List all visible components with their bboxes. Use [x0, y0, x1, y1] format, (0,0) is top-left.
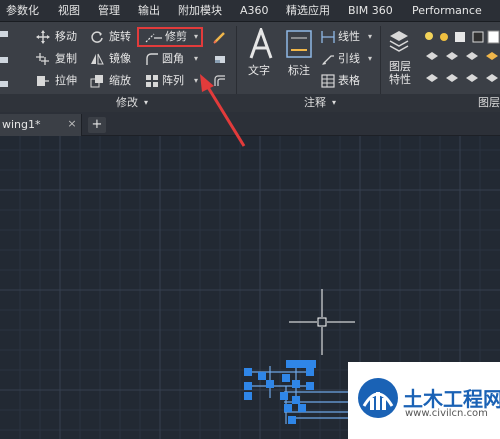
eraser-icon[interactable] — [213, 52, 227, 66]
close-icon[interactable]: × — [66, 118, 78, 130]
ribbon-tab-bar: 参数化 视图 管理 输出 附加模块 A360 精选应用 BIM 360 Perf… — [0, 0, 500, 22]
mirror-button[interactable]: 镜像 — [109, 50, 131, 68]
modify-panel-title[interactable]: 修改 — [116, 95, 138, 111]
annotation-panel-expand-icon[interactable]: ▾ — [332, 95, 336, 111]
tab-manage[interactable]: 管理 — [98, 0, 120, 22]
crosshair-cursor — [289, 289, 355, 355]
tab-featured-apps[interactable]: 精选应用 — [286, 0, 330, 22]
tab-parametric[interactable]: 参数化 — [6, 0, 39, 22]
layer-properties-icon[interactable] — [388, 28, 410, 56]
dimension-icon[interactable] — [286, 30, 312, 58]
document-tab-label[interactable]: wing1* — [2, 117, 41, 133]
linear-dim-button[interactable]: 线性 — [338, 28, 360, 46]
fillet-icon — [146, 53, 158, 65]
layer-state-icons[interactable] — [424, 30, 500, 44]
dimension-button-label[interactable]: 标注 — [288, 62, 310, 78]
watermark-logo — [358, 378, 398, 418]
tab-addins[interactable]: 附加模块 — [178, 0, 222, 22]
rotate-button[interactable]: 旋转 — [109, 28, 131, 46]
leader-icon — [322, 55, 334, 65]
layers-panel-title[interactable]: 图层 — [478, 95, 500, 111]
leader-dropdown-icon[interactable]: ▾ — [368, 50, 372, 68]
tab-output[interactable]: 输出 — [138, 0, 160, 22]
fillet-dropdown-icon[interactable]: ▾ — [194, 50, 198, 68]
text-icon[interactable] — [247, 28, 275, 60]
panel-title-bar — [0, 94, 500, 112]
move-icon — [36, 30, 50, 44]
scale-icon — [90, 75, 103, 88]
fillet-button[interactable]: 圆角 — [162, 50, 184, 68]
stretch-icon — [37, 76, 49, 86]
trim-highlight-box — [137, 27, 203, 47]
array-icon — [146, 75, 158, 87]
leader-button[interactable]: 引线 — [338, 50, 360, 68]
tab-performance[interactable]: Performance — [412, 0, 482, 22]
watermark-url: www.civilcn.com — [405, 408, 488, 419]
array-dropdown-icon[interactable]: ▾ — [194, 72, 198, 90]
linear-dropdown-icon[interactable]: ▾ — [368, 28, 372, 46]
annotation-panel-title[interactable]: 注释 — [304, 95, 326, 111]
text-button-label[interactable]: 文字 — [248, 62, 270, 78]
tab-view[interactable]: 视图 — [58, 0, 80, 22]
stretch-button[interactable]: 拉伸 — [55, 72, 77, 90]
rotate-icon — [91, 31, 103, 43]
offset-icon[interactable] — [213, 74, 227, 88]
table-icon — [321, 74, 335, 88]
move-button[interactable]: 移动 — [55, 28, 77, 46]
mirror-icon — [91, 53, 104, 65]
tab-a360[interactable]: A360 — [240, 0, 269, 22]
copy-button[interactable]: 复制 — [55, 50, 77, 68]
layer-properties-label[interactable]: 图层 特性 — [387, 60, 413, 86]
scale-button[interactable]: 缩放 — [109, 72, 131, 90]
pencil-icon[interactable] — [213, 30, 227, 44]
copy-icon — [36, 53, 49, 65]
array-button[interactable]: 阵列 — [162, 72, 184, 90]
layer-tool-icons[interactable] — [424, 50, 500, 90]
modify-panel-expand-icon[interactable]: ▾ — [144, 95, 148, 111]
new-tab-button[interactable]: + — [88, 117, 106, 133]
linear-dim-icon — [321, 31, 335, 43]
table-button[interactable]: 表格 — [338, 72, 360, 90]
clipped-draw-icons — [0, 31, 8, 87]
tab-bim360[interactable]: BIM 360 — [348, 0, 393, 22]
